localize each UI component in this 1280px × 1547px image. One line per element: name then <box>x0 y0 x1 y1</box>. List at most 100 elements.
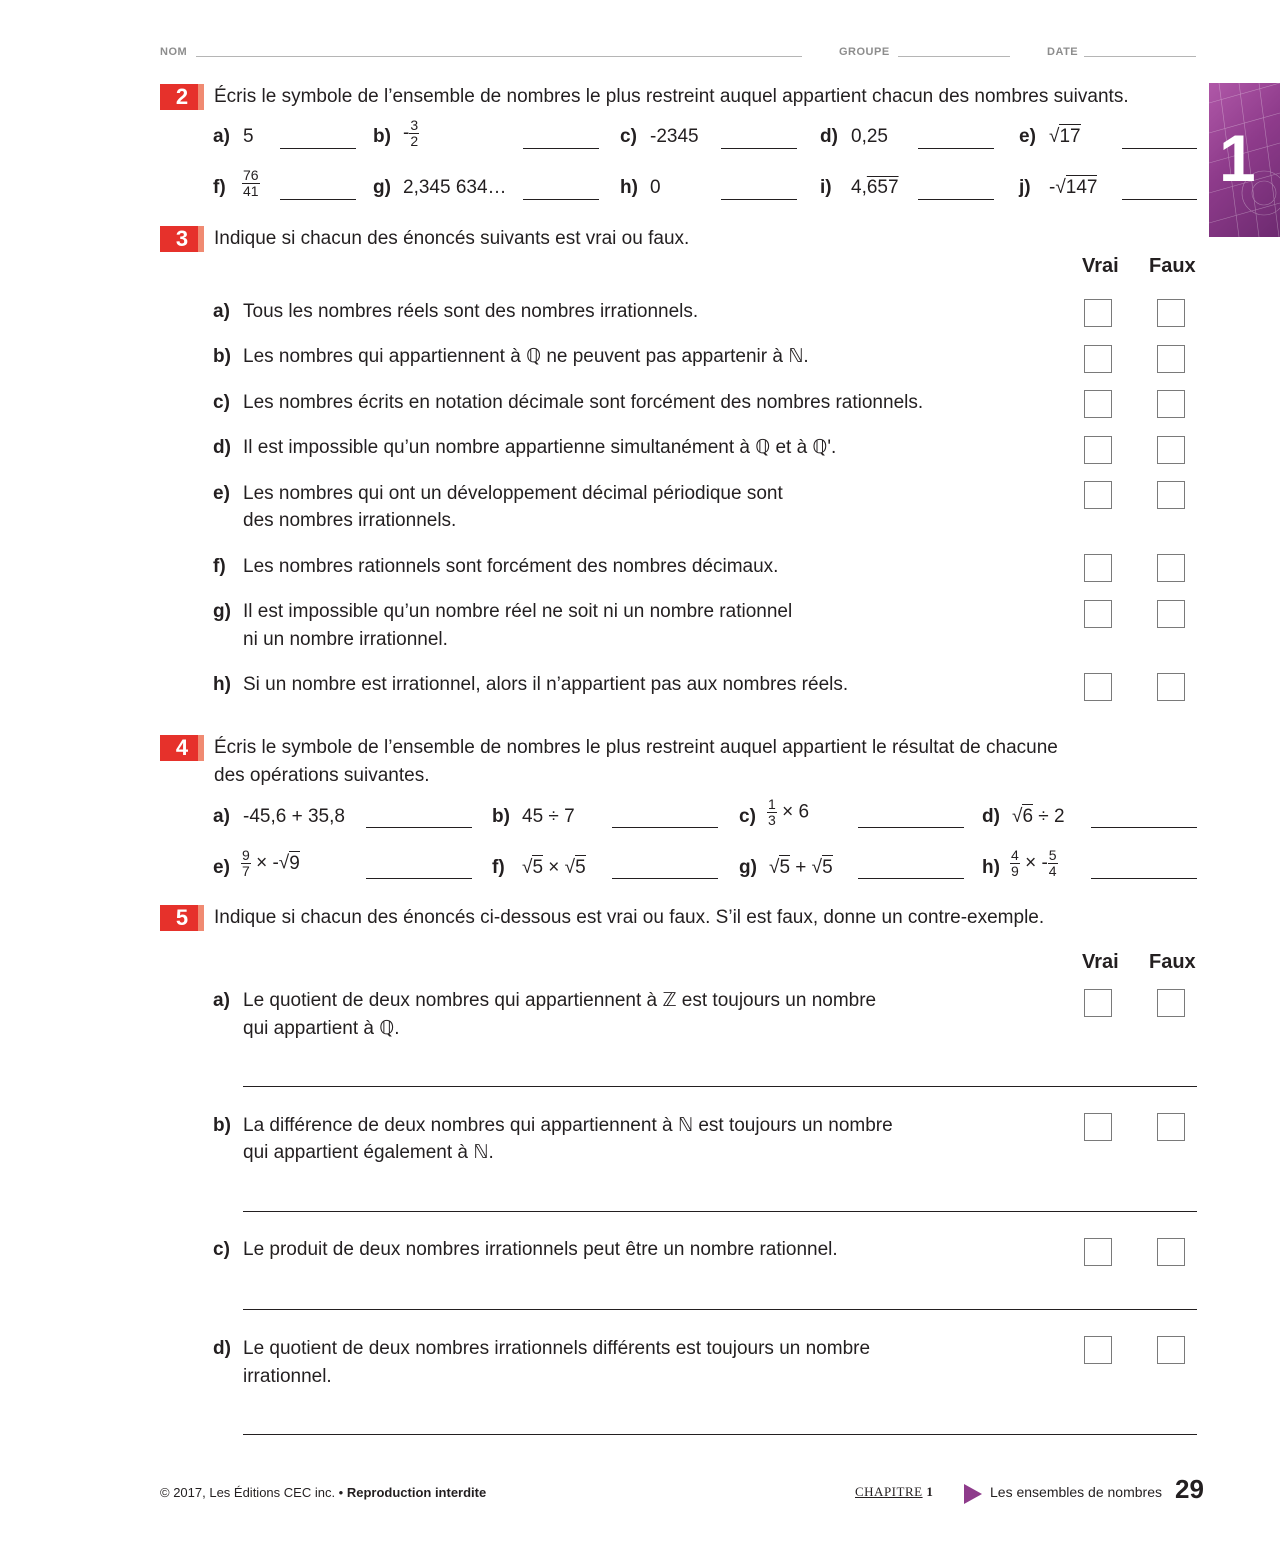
ex2-i-value: 4,657 <box>851 177 899 198</box>
ex4-a-expr: -45,6 + 35,8 <box>243 806 345 827</box>
ex2-h-answer[interactable] <box>721 199 797 200</box>
ex3-b-faux-checkbox[interactable] <box>1157 345 1185 373</box>
ex3-f-faux-checkbox[interactable] <box>1157 554 1185 582</box>
ex4-a-label: a) <box>213 806 230 827</box>
ex5-a-faux-checkbox[interactable] <box>1157 989 1185 1017</box>
groupe-label: GROUPE <box>839 46 890 58</box>
ex2-i-label: i) <box>820 177 832 198</box>
ex3-h-text: Si un nombre est irrationnel, alors il n… <box>243 674 849 695</box>
ex2-h-value: 0 <box>650 177 661 198</box>
ex3-e-label: e) <box>213 483 230 504</box>
ex3-c-text: Les nombres écrits en notation décimale … <box>243 392 924 413</box>
exercise-4-number: 4 <box>160 735 204 761</box>
ex5-c-answer-line[interactable] <box>243 1309 1197 1310</box>
ex5-c-vrai-checkbox[interactable] <box>1084 1238 1112 1266</box>
ex3-c-faux-checkbox[interactable] <box>1157 390 1185 418</box>
ex2-j-answer[interactable] <box>1122 199 1197 200</box>
ex5-c-label: c) <box>213 1239 230 1260</box>
ex3-b-vrai-checkbox[interactable] <box>1084 345 1112 373</box>
ex4-g-expr: √5 + √5 <box>769 855 833 878</box>
ex5-b-text-1: La différence de deux nombres qui appart… <box>243 1115 893 1136</box>
ex2-b-answer[interactable] <box>523 148 599 149</box>
ex3-a-vrai-checkbox[interactable] <box>1084 299 1112 327</box>
exercise-2-number: 2 <box>160 84 204 110</box>
ex3-a-faux-checkbox[interactable] <box>1157 299 1185 327</box>
ex5-d-text-1: Le quotient de deux nombres irrationnels… <box>243 1338 871 1359</box>
ex3-h-faux-checkbox[interactable] <box>1157 673 1185 701</box>
ex2-f-label: f) <box>213 177 226 198</box>
ex4-e-answer[interactable] <box>366 878 472 879</box>
ex5-b-answer-line[interactable] <box>243 1211 1197 1212</box>
ex4-h-answer[interactable] <box>1091 878 1197 879</box>
ex5-d-faux-checkbox[interactable] <box>1157 1336 1185 1364</box>
exercise-5-instruction: Indique si chacun des énoncés ci-dessous… <box>214 907 1045 928</box>
footer-copyright: © 2017, Les Éditions CEC inc. • Reproduc… <box>160 1485 486 1500</box>
ex2-a-answer[interactable] <box>280 148 356 149</box>
exercise-4-instruction-1: Écris le symbole de l’ensemble de nombre… <box>214 737 1058 758</box>
ex4-a-answer[interactable] <box>366 827 472 828</box>
ex3-f-text: Les nombres rationnels sont forcément de… <box>243 556 779 577</box>
ex4-f-label: f) <box>492 857 505 878</box>
ex4-c-answer[interactable] <box>858 827 964 828</box>
chapter-tab: 1 <box>1209 83 1280 237</box>
date-label: DATE <box>1047 46 1079 58</box>
ex3-c-vrai-checkbox[interactable] <box>1084 390 1112 418</box>
ex4-b-answer[interactable] <box>612 827 718 828</box>
ex3-a-label: a) <box>213 301 230 322</box>
ex5-vrai-header: Vrai <box>1082 951 1119 973</box>
ex3-h-vrai-checkbox[interactable] <box>1084 673 1112 701</box>
ex2-c-label: c) <box>620 126 637 147</box>
ex2-c-value: -2345 <box>650 126 699 147</box>
ex2-d-value: 0,25 <box>851 126 888 147</box>
ex2-e-answer[interactable] <box>1122 148 1197 149</box>
ex3-e-vrai-checkbox[interactable] <box>1084 481 1112 509</box>
ex3-e-text-1: Les nombres qui ont un développement déc… <box>243 483 783 504</box>
nom-field[interactable] <box>196 56 802 57</box>
ex3-b-label: b) <box>213 346 231 367</box>
ex2-f-answer[interactable] <box>280 199 356 200</box>
exercise-2-instruction: Écris le symbole de l’ensemble de nombre… <box>214 86 1129 107</box>
chapter-tab-number: 1 <box>1219 121 1256 195</box>
ex5-a-vrai-checkbox[interactable] <box>1084 989 1112 1017</box>
ex2-e-label: e) <box>1019 126 1036 147</box>
ex5-b-vrai-checkbox[interactable] <box>1084 1113 1112 1141</box>
ex3-d-faux-checkbox[interactable] <box>1157 436 1185 464</box>
ex5-b-label: b) <box>213 1115 231 1136</box>
ex3-g-vrai-checkbox[interactable] <box>1084 600 1112 628</box>
ex2-g-answer[interactable] <box>523 199 599 200</box>
ex3-g-text-1: Il est impossible qu’un nombre réel ne s… <box>243 601 793 622</box>
triangle-right-icon <box>964 1484 982 1504</box>
ex4-g-answer[interactable] <box>858 878 964 879</box>
ex3-d-text: Il est impossible qu’un nombre appartien… <box>243 437 837 458</box>
groupe-field[interactable] <box>898 56 1010 57</box>
footer-chapter: CHAPITRE 1 <box>855 1484 933 1500</box>
ex2-d-answer[interactable] <box>918 148 994 149</box>
ex2-b-value: -32 <box>403 117 420 149</box>
ex2-d-label: d) <box>820 126 838 147</box>
exercise-3-instruction: Indique si chacun des énoncés suivants e… <box>214 228 690 249</box>
ex3-g-faux-checkbox[interactable] <box>1157 600 1185 628</box>
ex4-f-answer[interactable] <box>612 878 718 879</box>
ex5-c-faux-checkbox[interactable] <box>1157 1238 1185 1266</box>
ex2-f-value: 76 41 <box>242 167 260 199</box>
ex3-d-vrai-checkbox[interactable] <box>1084 436 1112 464</box>
ex2-h-label: h) <box>620 177 638 198</box>
copyright-text: © 2017, Les Éditions CEC inc. • <box>160 1485 344 1500</box>
ex5-b-text-2: qui appartient également à ℕ. <box>243 1142 494 1163</box>
ex3-e-faux-checkbox[interactable] <box>1157 481 1185 509</box>
ex5-d-label: d) <box>213 1338 231 1359</box>
ex4-d-expr: √6 ÷ 2 <box>1012 804 1065 827</box>
ex5-d-vrai-checkbox[interactable] <box>1084 1336 1112 1364</box>
ex5-a-answer-line[interactable] <box>243 1086 1197 1087</box>
ex2-i-answer[interactable] <box>918 199 994 200</box>
ex3-g-text-2: ni un nombre irrationnel. <box>243 629 448 650</box>
ex3-h-label: h) <box>213 674 231 695</box>
ex2-c-answer[interactable] <box>721 148 797 149</box>
ex5-b-faux-checkbox[interactable] <box>1157 1113 1185 1141</box>
ex4-g-label: g) <box>739 857 757 878</box>
date-field[interactable] <box>1084 56 1196 57</box>
ex4-d-answer[interactable] <box>1091 827 1197 828</box>
ex5-d-answer-line[interactable] <box>243 1434 1197 1435</box>
ex3-f-vrai-checkbox[interactable] <box>1084 554 1112 582</box>
page-number: 29 <box>1175 1474 1204 1504</box>
